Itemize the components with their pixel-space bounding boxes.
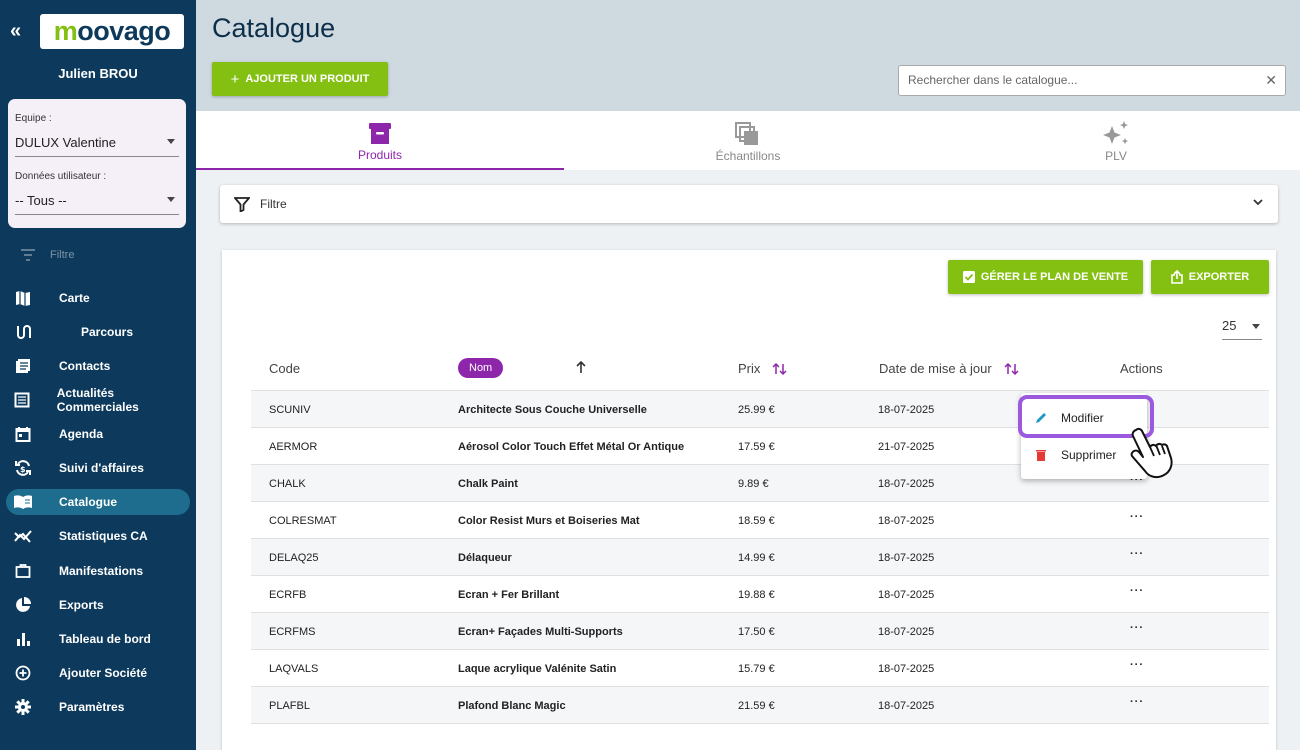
page-title: Catalogue <box>212 13 336 43</box>
gear-icon <box>6 699 40 715</box>
briefcase-icon <box>6 563 40 579</box>
user-name: Julien BROU <box>58 66 138 81</box>
svg-text:$: $ <box>20 465 26 474</box>
calendar-icon <box>6 426 40 442</box>
news-icon <box>6 392 38 408</box>
sort-both-icon <box>1004 362 1019 375</box>
row-actions-button[interactable]: ··· <box>1130 622 1144 634</box>
clear-search-icon[interactable]: ✕ <box>1265 66 1277 95</box>
dropdown-arrow-icon <box>167 139 175 144</box>
catalogue-tabs: Produits Échantillons PLV <box>196 111 1300 170</box>
sparkle-icon <box>1101 119 1131 149</box>
tab-produits[interactable]: Produits <box>196 111 564 170</box>
export-button[interactable]: EXPORTER <box>1151 260 1269 294</box>
filter-lines-icon <box>21 249 35 261</box>
archive-box-icon <box>367 118 393 148</box>
sync-icon: $ <box>6 459 40 477</box>
stats-icon <box>6 528 40 544</box>
nav-item-statistiques[interactable]: Statistiques CA <box>6 523 190 549</box>
dropdown-arrow-icon <box>167 197 175 202</box>
column-header-prix[interactable]: Prix <box>738 361 788 376</box>
book-icon <box>6 494 40 510</box>
nav-item-actualites[interactable]: Actualités Commerciales <box>6 386 190 414</box>
table-row[interactable]: PLAFBL Plafond Blanc Magic 21.59 € 18-07… <box>251 686 1269 723</box>
row-actions-button[interactable]: ··· <box>1130 585 1144 597</box>
nav-item-agenda[interactable]: Agenda <box>6 421 190 447</box>
collapse-sidebar-button[interactable]: « <box>10 20 21 43</box>
bars-icon <box>6 631 40 647</box>
search-input[interactable]: Rechercher dans le catalogue... ✕ <box>898 65 1286 96</box>
sidebar: « m oovago Julien BROU Equipe : DULUX Val… <box>0 0 196 750</box>
nav-item-catalogue[interactable]: Catalogue <box>6 489 190 515</box>
trash-icon <box>1036 450 1046 461</box>
row-actions-button[interactable]: ··· <box>1130 548 1144 560</box>
scope-panel: Equipe : DULUX Valentine Données utilisa… <box>8 99 186 228</box>
moovago-logo[interactable]: m oovago <box>40 14 184 49</box>
nav-item-contacts[interactable]: Contacts <box>6 353 190 379</box>
tab-echantillons[interactable]: Échantillons <box>564 111 932 170</box>
nav-item-tableau[interactable]: Tableau de bord <box>6 626 190 652</box>
funnel-icon <box>234 197 250 212</box>
column-header-nom[interactable]: Nom <box>458 358 504 378</box>
add-circle-icon <box>6 665 40 681</box>
table-row[interactable]: COLRESMAT Color Resist Murs et Boiseries… <box>251 501 1269 538</box>
route-icon <box>6 324 40 340</box>
nav-item-carte[interactable]: Carte <box>6 285 190 311</box>
manage-sales-plan-button[interactable]: GÉRER LE PLAN DE VENTE <box>948 260 1143 294</box>
checkbox-icon <box>962 271 975 283</box>
donnees-label: Données utilisateur : <box>15 171 107 182</box>
add-product-button[interactable]: + AJOUTER UN PRODUIT <box>212 62 388 96</box>
filter-panel-toggle[interactable]: Filtre <box>220 185 1278 223</box>
column-header-actions: Actions <box>1120 361 1163 376</box>
chevron-down-icon <box>1253 199 1263 206</box>
table-row[interactable] <box>251 723 1269 750</box>
table-row[interactable]: LAQVALS Laque acrylique Valénite Satin 1… <box>251 649 1269 686</box>
table-row[interactable]: ECRFMS Ecran+ Façades Multi-Supports 17.… <box>251 612 1269 649</box>
donnees-select[interactable]: -- Tous -- <box>15 193 179 215</box>
samples-icon <box>734 119 762 149</box>
row-actions-button[interactable]: ··· <box>1130 696 1144 708</box>
nav-item-suivi[interactable]: $ Suivi d'affaires <box>6 455 190 481</box>
sort-both-icon <box>772 362 787 375</box>
column-header-code[interactable]: Code <box>269 361 300 376</box>
pie-icon <box>6 597 40 613</box>
equipe-label: Equipe : <box>15 113 52 124</box>
dropdown-arrow-icon <box>1252 324 1260 329</box>
contacts-icon <box>6 358 40 374</box>
table-row[interactable]: ECRFB Ecran + Fer Brillant 19.88 € 18-07… <box>251 575 1269 612</box>
tab-plv[interactable]: PLV <box>932 111 1300 170</box>
equipe-select[interactable]: DULUX Valentine <box>15 135 179 157</box>
nav-item-parcours[interactable]: Parcours <box>6 319 190 345</box>
sort-ascending-icon[interactable] <box>575 360 587 374</box>
nav-item-manifestations[interactable]: Manifestations <box>6 558 190 584</box>
nav-item-exports[interactable]: Exports <box>6 592 190 618</box>
map-icon <box>6 290 40 306</box>
page-size-select[interactable]: 25 <box>1222 318 1262 340</box>
share-export-icon <box>1170 270 1183 284</box>
nav-item-ajouter-societe[interactable]: Ajouter Société <box>6 660 190 686</box>
row-actions-button[interactable]: ··· <box>1130 659 1144 671</box>
hand-pointer-icon <box>1130 427 1173 479</box>
plus-icon: + <box>230 70 240 88</box>
row-actions-button[interactable]: ··· <box>1130 511 1144 523</box>
nav-item-parametres[interactable]: Paramètres <box>6 694 190 720</box>
table-row[interactable]: DELAQ25 Délaqueur 14.99 € 18-07-2025 ··· <box>251 538 1269 575</box>
column-header-date[interactable]: Date de mise à jour <box>879 361 1020 376</box>
sidebar-filter[interactable]: Filtre <box>20 249 74 261</box>
